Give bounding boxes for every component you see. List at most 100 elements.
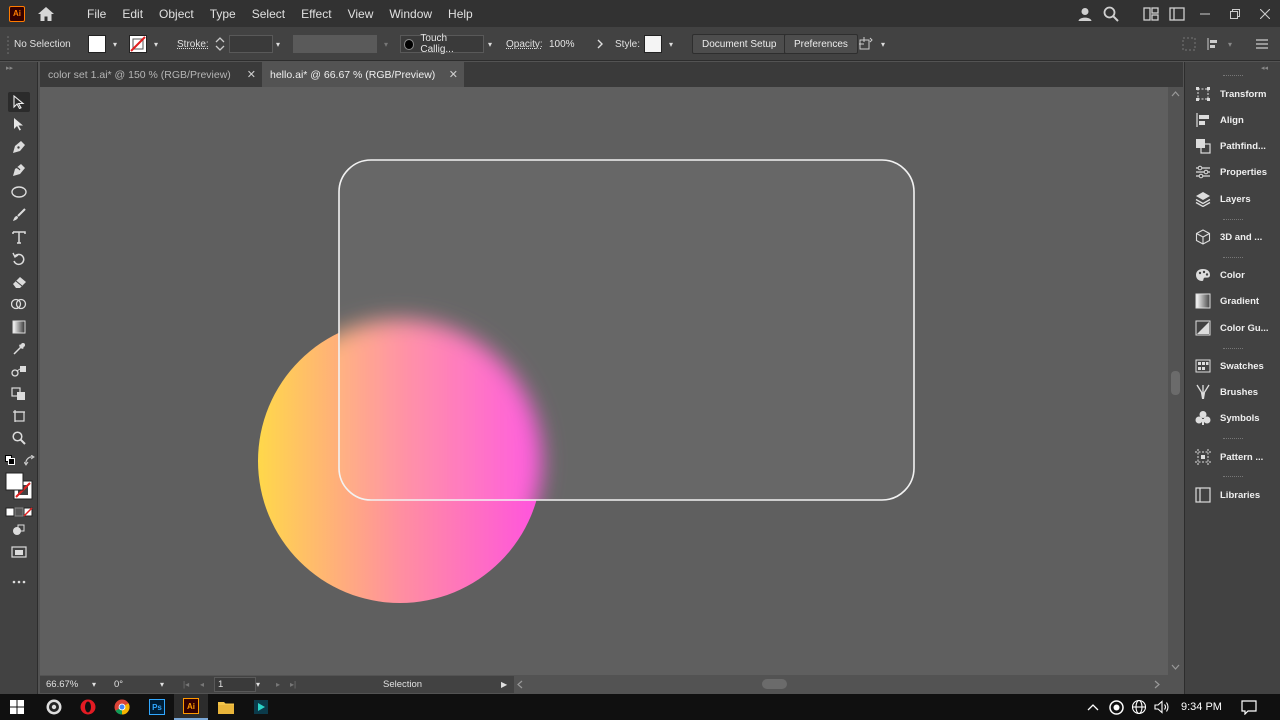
zoom-tool-icon[interactable] [8,428,30,448]
profile-chevron-icon[interactable]: ▾ [381,27,391,61]
restore-icon[interactable] [1220,4,1250,24]
expand-panels-icon[interactable]: ◂◂ [1261,64,1268,72]
close-tab-icon[interactable]: ✕ [247,68,256,81]
graphic-style-swatch[interactable] [644,27,662,61]
panel-pattern[interactable]: Pattern ... [1185,446,1280,468]
align-toggle-icon[interactable] [1206,27,1220,61]
panel-symbols[interactable]: Symbols [1185,407,1280,429]
media-player-icon[interactable] [244,694,278,720]
shape-builder-tool-icon[interactable] [8,294,30,314]
color-mode-buttons-icon[interactable] [5,507,33,520]
live-paint-tool-icon[interactable] [8,384,30,404]
panel-brushes[interactable]: Brushes [1185,381,1280,403]
rotation-chevron-icon[interactable]: ▾ [160,680,164,689]
direct-selection-tool-icon[interactable] [8,114,30,134]
style-chevron-icon[interactable]: ▾ [666,27,676,61]
tab-color-set[interactable]: color set 1.ai* @ 150 % (RGB/Preview) ✕ [40,62,262,87]
last-artboard-icon[interactable]: ▸| [290,680,296,689]
screen-mode-icon[interactable] [8,542,30,562]
tab-hello[interactable]: hello.ai* @ 66.67 % (RGB/Preview) ✕ [262,62,464,87]
minimize-icon[interactable] [1190,4,1220,24]
close-tab-icon[interactable]: ✕ [449,68,458,81]
artboard-tool-icon[interactable] [8,406,30,426]
control-menu-icon[interactable] [1256,27,1268,61]
panel-properties[interactable]: Properties [1185,161,1280,183]
collapse-toolbar-icon[interactable]: ▸▸ [6,64,13,72]
opacity-chevron-icon[interactable] [596,27,604,61]
blend-tool-icon[interactable] [8,361,30,381]
vertical-scrollbar[interactable] [1168,87,1183,675]
variable-width-profile-select[interactable] [293,27,377,61]
user-account-icon[interactable] [1072,4,1098,24]
paintbrush-tool-icon[interactable] [8,205,30,225]
menu-effect[interactable]: Effect [293,7,339,21]
system-clock[interactable]: 9:34 PM [1181,694,1222,720]
menu-window[interactable]: Window [381,7,440,21]
stroke-weight-chevron-icon[interactable]: ▾ [273,27,283,61]
gradient-tool-icon[interactable] [8,317,30,337]
swap-fill-stroke-icon[interactable] [23,454,36,470]
menu-type[interactable]: Type [202,7,244,21]
arrange-chevron-icon[interactable]: ▾ [878,27,888,61]
stroke-swatch[interactable] [129,27,147,61]
align-chevron-icon[interactable]: ▾ [1225,27,1235,61]
home-icon[interactable] [35,4,57,24]
preferences-button[interactable]: Preferences [784,27,858,61]
search-icon[interactable] [1098,4,1124,24]
pen-tool-icon[interactable] [8,137,30,157]
stroke-dropdown-chevron-icon[interactable]: ▾ [151,27,161,61]
artboard-canvas[interactable] [40,87,1168,675]
menu-select[interactable]: Select [244,7,293,21]
artboard-number-input[interactable]: 1 [214,677,256,692]
fill-stroke-widget[interactable] [5,472,33,503]
panel-3d[interactable]: 3D and ... [1185,226,1280,248]
draw-mode-icon[interactable] [8,520,30,540]
transform-toggle-icon[interactable] [1182,27,1196,61]
opacity-input[interactable]: 100% [545,27,595,61]
previous-artboard-icon[interactable]: ◂ [200,680,204,689]
menu-object[interactable]: Object [151,7,202,21]
panel-color[interactable]: Color [1185,264,1280,286]
menu-help[interactable]: Help [440,7,481,21]
stroke-weight-input[interactable] [229,27,273,61]
panel-align[interactable]: Align [1185,109,1280,131]
selection-tool-icon[interactable] [8,92,30,112]
arrange-icon[interactable] [858,27,874,61]
fill-swatch[interactable] [88,27,106,61]
next-artboard-icon[interactable]: ▸ [276,680,280,689]
menu-edit[interactable]: Edit [114,7,151,21]
panel-color-guide[interactable]: Color Gu... [1185,317,1280,339]
horizontal-scrollbar[interactable] [514,676,1168,693]
brush-chevron-icon[interactable]: ▾ [485,27,495,61]
chrome-icon[interactable] [105,694,139,720]
panel-transform[interactable]: Transform [1185,83,1280,105]
close-icon[interactable] [1250,4,1280,24]
menu-file[interactable]: File [79,7,114,21]
rotate-tool-icon[interactable] [8,249,30,269]
edit-toolbar-icon[interactable] [8,572,30,592]
eraser-tool-icon[interactable] [8,272,30,292]
document-setup-button[interactable]: Document Setup [692,27,787,61]
windows-start-icon[interactable] [0,694,34,720]
workspace-switcher-icon[interactable] [1164,4,1190,24]
zoom-level-input[interactable]: 66.67% [46,679,78,690]
volume-icon[interactable] [1154,694,1170,720]
panel-pathfinder[interactable]: Pathfind... [1185,135,1280,157]
brush-definition-select[interactable]: Touch Callig... [400,27,484,61]
opera-icon[interactable] [71,694,105,720]
file-explorer-icon[interactable] [209,694,243,720]
ellipse-tool-icon[interactable] [8,182,30,202]
type-tool-icon[interactable] [8,227,30,247]
notifications-icon[interactable] [1241,694,1257,720]
panel-swatches[interactable]: Swatches [1185,355,1280,377]
obs-tray-icon[interactable] [1109,694,1124,720]
photoshop-icon[interactable]: Ps [140,694,174,720]
menu-view[interactable]: View [340,7,382,21]
zoom-chevron-icon[interactable]: ▾ [92,680,96,689]
rotation-input[interactable]: 0° [114,679,123,690]
status-menu-icon[interactable]: ▶ [501,680,507,689]
stroke-weight-stepper[interactable] [214,27,226,61]
artboard-chevron-icon[interactable]: ▾ [256,680,260,689]
default-fill-stroke-icon[interactable] [5,455,15,468]
panel-layers[interactable]: Layers [1185,188,1280,210]
